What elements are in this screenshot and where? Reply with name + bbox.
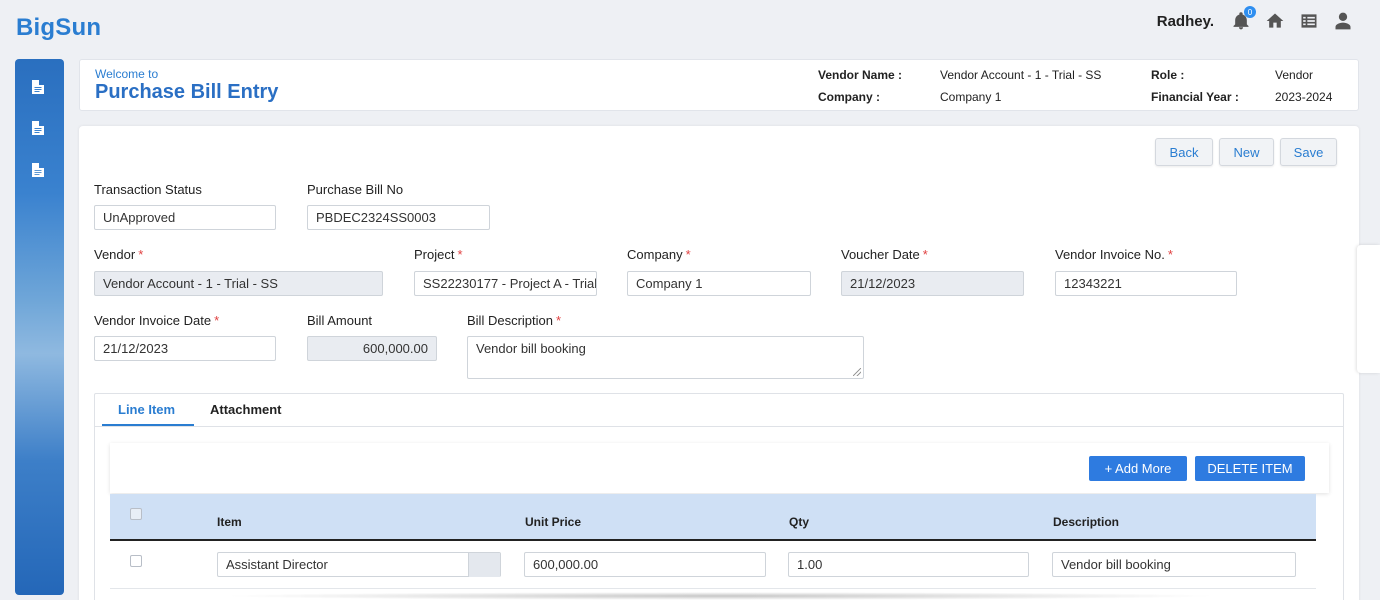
vendor-field[interactable]: Vendor Account - 1 - Trial - SS xyxy=(94,271,383,296)
home-icon[interactable] xyxy=(1264,10,1286,32)
vendor-name-label: Vendor Name : xyxy=(818,68,903,82)
column-header-unit-price[interactable]: Unit Price xyxy=(525,515,581,529)
project-select[interactable]: SS22230177 - Project A - Trial xyxy=(414,271,597,296)
role-label: Role : xyxy=(1151,68,1185,82)
purchase-bill-no-label: Purchase Bill No xyxy=(307,182,404,197)
column-header-description[interactable]: Description xyxy=(1053,515,1119,529)
username[interactable]: Radhey. xyxy=(1157,13,1214,30)
item-value: Assistant Director xyxy=(226,557,328,572)
bill-description-text: Vendor bill booking xyxy=(476,341,586,356)
role-value: Vendor xyxy=(1275,68,1314,82)
company-field[interactable]: Company 1 xyxy=(627,271,811,296)
vendor-label: Vendor * xyxy=(94,247,144,262)
project-label: Project * xyxy=(414,247,463,262)
vendor-name-value: Vendor Account - 1 - Trial - SS xyxy=(940,68,1102,82)
vendor-invoice-date-field[interactable]: 21/12/2023 xyxy=(94,336,276,361)
active-tab-indicator xyxy=(102,424,194,426)
financial-year-value: 2023-2024 xyxy=(1275,90,1333,104)
company-field-label: Company * xyxy=(627,247,691,262)
document-icon[interactable] xyxy=(30,120,46,136)
purchase-bill-no-field[interactable]: PBDEC2324SS0003 xyxy=(307,205,490,230)
qty-field[interactable]: 1.00 xyxy=(788,552,1029,577)
financial-year-label: Financial Year : xyxy=(1151,90,1239,104)
tab-attachment[interactable]: Attachment xyxy=(210,402,282,417)
description-field[interactable]: Vendor bill booking xyxy=(1052,552,1296,577)
unit-price-field[interactable]: 600,000.00 xyxy=(524,552,766,577)
tabs-divider xyxy=(95,426,1343,427)
welcome-label: Welcome to xyxy=(95,67,159,81)
select-all-checkbox[interactable] xyxy=(130,508,142,520)
notification-badge: 0 xyxy=(1244,6,1256,18)
new-button[interactable]: New xyxy=(1219,138,1274,166)
back-button[interactable]: Back xyxy=(1155,138,1213,166)
list-icon[interactable] xyxy=(1298,10,1320,32)
row-checkbox[interactable] xyxy=(130,555,142,567)
transaction-status-field[interactable]: UnApproved xyxy=(94,205,276,230)
welcome-card: Welcome to Purchase Bill Entry Vendor Na… xyxy=(79,59,1359,111)
add-more-button[interactable]: + Add More xyxy=(1089,456,1187,481)
delete-item-button[interactable]: DELETE ITEM xyxy=(1195,456,1305,481)
resize-handle[interactable] xyxy=(853,368,861,376)
tab-line-item[interactable]: Line Item xyxy=(118,402,175,417)
bill-amount-label: Bill Amount xyxy=(307,313,373,328)
bell-icon[interactable]: 0 xyxy=(1230,6,1256,32)
bill-amount-field[interactable]: 600,000.00 xyxy=(307,336,437,361)
top-bar-actions: Radhey. 0 xyxy=(1157,6,1354,34)
page-title: Purchase Bill Entry xyxy=(95,81,279,103)
grid-header xyxy=(110,494,1316,541)
company-label: Company : xyxy=(818,90,881,104)
document-icon[interactable] xyxy=(30,162,46,178)
bottom-shadow xyxy=(220,592,1220,600)
column-header-item[interactable]: Item xyxy=(217,515,242,529)
row-divider xyxy=(110,588,1316,589)
bill-description-label: Bill Description * xyxy=(467,313,562,328)
voucher-date-label: Voucher Date * xyxy=(841,247,928,262)
bill-description-textarea[interactable]: Vendor bill booking xyxy=(467,336,864,379)
item-lookup-button[interactable] xyxy=(468,553,500,577)
sidebar xyxy=(15,59,64,595)
vendor-invoice-date-label: Vendor Invoice Date * xyxy=(94,313,220,328)
save-button[interactable]: Save xyxy=(1280,138,1337,166)
side-panel-toggle[interactable] xyxy=(1357,245,1380,373)
vendor-invoice-no-field[interactable]: 12343221 xyxy=(1055,271,1237,296)
brand-logo[interactable]: BigSun xyxy=(16,14,101,42)
column-header-qty[interactable]: Qty xyxy=(789,515,809,529)
user-icon[interactable] xyxy=(1332,10,1354,32)
vendor-invoice-no-label: Vendor Invoice No. * xyxy=(1055,247,1173,262)
document-icon[interactable] xyxy=(30,79,46,95)
voucher-date-field[interactable]: 21/12/2023 xyxy=(841,271,1024,296)
company-value: Company 1 xyxy=(940,90,1002,104)
transaction-status-label: Transaction Status xyxy=(94,182,202,197)
item-field[interactable]: Assistant Director xyxy=(217,552,501,577)
